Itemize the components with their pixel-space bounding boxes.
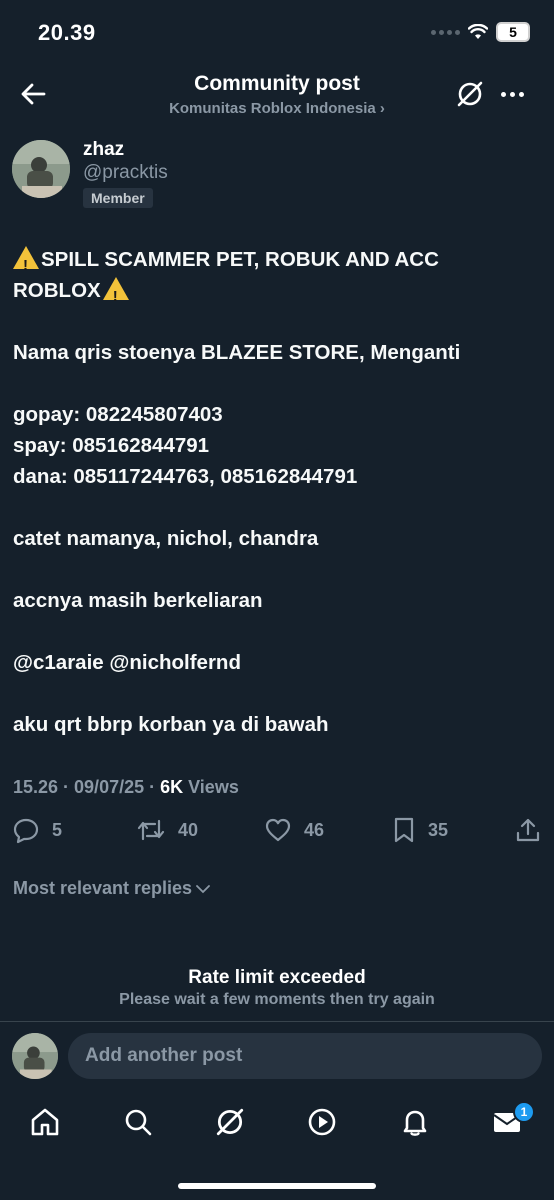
post-body: SPILL SCAMMER PET, ROBUK AND ACC ROBLOX … [13, 244, 543, 740]
post-line: spay: 085162844791 [13, 434, 210, 457]
post-timestamp: 15.26 · 09/07/25 · [13, 777, 161, 797]
post-line: SPILL SCAMMER PET, ROBUK AND ACC [13, 244, 543, 281]
repost-icon [137, 819, 165, 841]
wifi-icon [468, 24, 488, 39]
more-options-button[interactable] [496, 80, 528, 108]
bookmark-button[interactable]: 35 [392, 816, 448, 844]
post-line: gopay: 082245807403 [13, 403, 223, 426]
grok-icon [216, 1108, 244, 1136]
home-indicator [178, 1183, 376, 1189]
rate-limit-subtitle: Please wait a few moments then try again [119, 991, 435, 1008]
post-line: dana: 085117244763, 085162844791 [13, 465, 358, 488]
tab-notifications[interactable] [398, 1105, 432, 1139]
user-avatar[interactable] [12, 1033, 58, 1079]
messages-badge: 1 [513, 1101, 535, 1123]
heart-icon [265, 818, 291, 842]
post-line: accnya masih berkeliaran [13, 589, 263, 612]
add-post-input[interactable]: Add another post [68, 1033, 542, 1079]
post-actions: 5 40 46 35 [10, 816, 544, 850]
author-handle[interactable]: @pracktis [83, 162, 168, 184]
post-meta: 15.26 · 09/07/25 · 6K Views [13, 777, 239, 798]
post-line: catet namanya, nichol, chandra [13, 527, 319, 550]
tab-search[interactable] [121, 1105, 155, 1139]
rate-limit-title: Rate limit exceeded [188, 967, 366, 988]
share-button[interactable] [514, 816, 542, 844]
author-name[interactable]: zhaz [83, 139, 124, 161]
author-avatar[interactable] [12, 140, 70, 198]
tab-video[interactable] [305, 1105, 339, 1139]
views-count: 6K [160, 777, 184, 797]
post-line[interactable]: @c1araie @nicholfernd [13, 647, 543, 678]
chevron-down-icon [196, 884, 210, 893]
repost-button[interactable]: 40 [136, 816, 198, 844]
views-label: Views [183, 777, 239, 797]
play-icon [308, 1108, 336, 1136]
signal-icon [431, 29, 460, 35]
share-icon [516, 818, 540, 842]
post-line: aku qrt bbrp korban ya di bawah [13, 713, 329, 736]
status-indicators: 5 [431, 22, 530, 42]
post-line: ROBLOX [13, 275, 543, 312]
replies-sort-dropdown[interactable]: Most relevant replies [13, 878, 210, 899]
bottom-tab-bar [0, 1097, 554, 1147]
home-icon [31, 1108, 59, 1136]
bookmark-icon [394, 817, 414, 843]
bell-icon [403, 1110, 427, 1136]
warning-icon [13, 246, 39, 281]
tab-home[interactable] [28, 1105, 62, 1139]
battery-icon: 5 [496, 22, 530, 42]
reply-button[interactable]: 5 [12, 816, 62, 844]
grok-button[interactable] [455, 79, 485, 109]
warning-icon [102, 277, 129, 312]
status-time: 20.39 [38, 20, 96, 45]
grok-icon [457, 81, 483, 107]
post-line: Nama qris stoenya BLAZEE STORE, Menganti [13, 341, 461, 364]
divider [0, 1021, 554, 1022]
member-badge: Member [83, 188, 153, 208]
tab-grok[interactable] [213, 1105, 247, 1139]
like-button[interactable]: 46 [264, 816, 324, 844]
search-icon [125, 1109, 152, 1136]
reply-icon [13, 818, 39, 844]
